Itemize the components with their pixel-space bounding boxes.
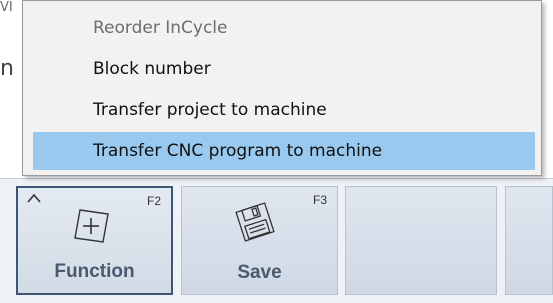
menu-item-transfer-project[interactable]: Transfer project to machine (33, 91, 535, 129)
empty-function-button[interactable] (345, 186, 497, 295)
save-label: Save (237, 262, 282, 283)
function-label: Function (54, 261, 135, 282)
empty-function-button[interactable] (505, 186, 553, 295)
background-edge-text: VI (0, 0, 13, 15)
context-menu: Reorder InCycle Block number Transfer pr… (22, 0, 542, 176)
function-button[interactable]: F2 Function (16, 186, 173, 295)
menu-item-reorder-incycle[interactable]: Reorder InCycle (33, 9, 535, 47)
function-key-f2: F2 (146, 194, 161, 208)
floppy-disk-icon (235, 202, 275, 242)
background-edge-text: n (0, 56, 14, 81)
caret-up-icon (27, 193, 41, 203)
divider (0, 178, 553, 179)
save-button[interactable]: F3 Save (181, 186, 338, 295)
plus-square-icon (74, 209, 109, 243)
function-key-f3: F3 (312, 193, 327, 207)
menu-item-transfer-cnc-program[interactable]: Transfer CNC program to machine (33, 132, 535, 170)
menu-item-block-number[interactable]: Block number (33, 50, 535, 88)
